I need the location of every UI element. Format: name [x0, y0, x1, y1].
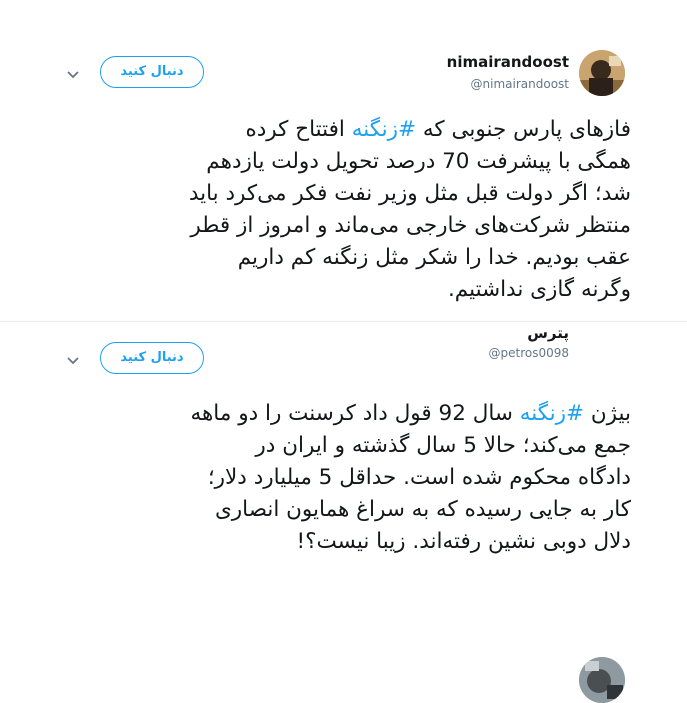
hashtag-link[interactable]: #زنگنه	[520, 401, 584, 426]
avatar[interactable]	[579, 657, 625, 703]
tweet-card: پترس @petros0098 دنبال کنید بیژن #زنگنه …	[0, 320, 687, 703]
tweet-line: فازهای پارس جنوبی که #زنگنه افتتاح کرده	[245, 117, 631, 142]
chevron-down-icon[interactable]	[65, 352, 81, 368]
tweet-line: بیژن #زنگنه سال 92 قول داد کرسنت را دو م…	[190, 401, 631, 426]
tweet-line: همگی با پیشرفت 70 درصد تحویل دولت یازدهم	[206, 149, 631, 174]
tweet-line: دادگاه محکوم شده است. حداقل 5 میلیارد دل…	[207, 465, 631, 490]
chevron-down-icon[interactable]	[65, 66, 81, 82]
display-name[interactable]: پترس	[527, 324, 569, 342]
hashtag-link[interactable]: #زنگنه	[352, 117, 416, 142]
tweet-line: شد؛ اگر دولت قبل مثل وزیر نفت فکر می‌کرد…	[188, 181, 631, 206]
tweet-line: عقب بودیم. خدا را شکر مثل زنگنه کم داریم	[237, 245, 631, 270]
avatar[interactable]	[579, 50, 625, 96]
user-handle[interactable]: @petros0098	[488, 346, 569, 360]
tweet-card: nimairandoost @nimairandoost دنبال کنید …	[0, 0, 687, 320]
tweet-line: منتظر شرکت‌های خارجی می‌ماند و امروز از …	[190, 213, 631, 238]
avatar-image	[579, 657, 625, 703]
tweet-text: بیژن #زنگنه سال 92 قول داد کرسنت را دو م…	[51, 398, 631, 558]
tweet-line: دلال دوبی نشین رفته‌اند. زیبا نیست؟!	[296, 529, 631, 554]
follow-button[interactable]: دنبال کنید	[100, 56, 204, 88]
tweet-line: کار به جایی رسیده که به سراغ همایون انصا…	[214, 497, 631, 522]
display-name[interactable]: nimairandoost	[447, 53, 569, 71]
user-handle[interactable]: @nimairandoost	[471, 77, 569, 91]
follow-button[interactable]: دنبال کنید	[100, 342, 204, 374]
tweet-text: فازهای پارس جنوبی که #زنگنه افتتاح کرده …	[51, 114, 631, 306]
tweet-line: جمع می‌کند؛ حالا 5 سال گذشته و ایران در	[255, 433, 631, 458]
tweet-line: وگرنه گازی نداشتیم.	[447, 277, 631, 302]
avatar-image	[579, 50, 625, 96]
